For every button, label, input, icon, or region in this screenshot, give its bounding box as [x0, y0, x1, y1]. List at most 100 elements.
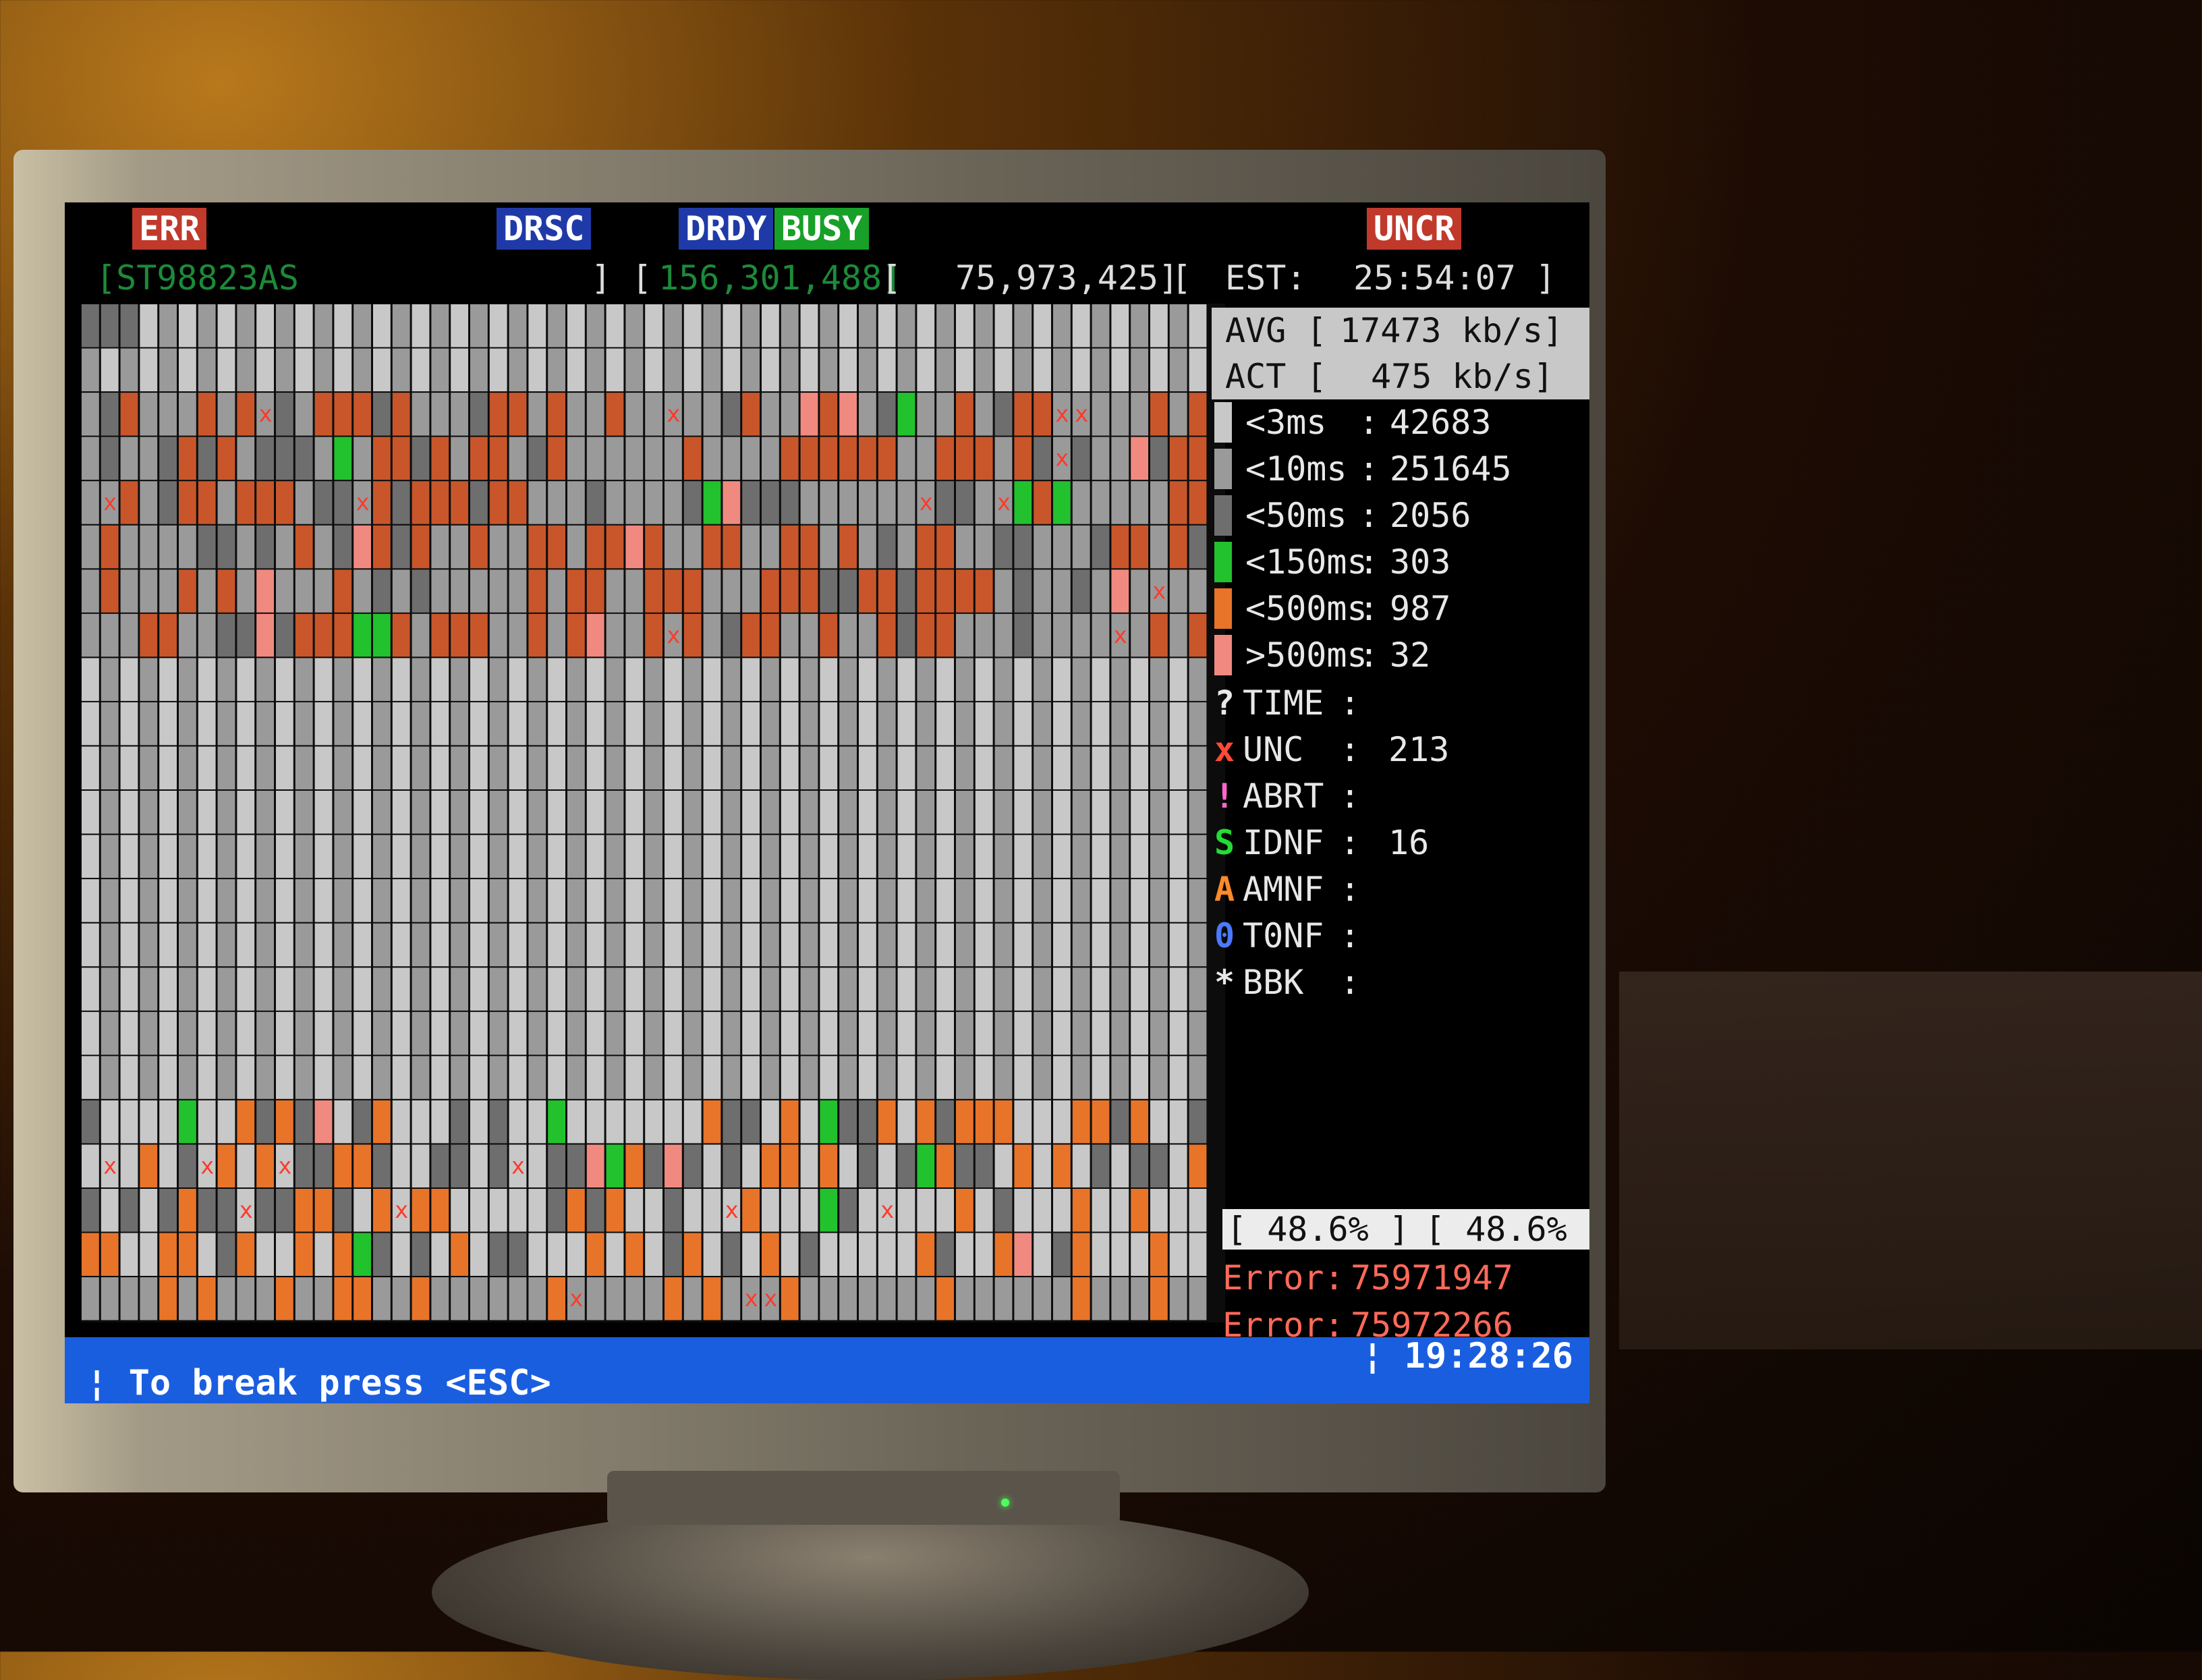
block-cell: [897, 613, 915, 657]
block-cell: [217, 393, 235, 436]
block-cell: [489, 879, 507, 922]
block-cell: [683, 525, 702, 569]
block-cell: [762, 569, 779, 613]
block-cell: [392, 348, 410, 391]
block-cell: [1131, 525, 1148, 569]
block-cell: [373, 613, 391, 657]
block-cell: [859, 1144, 876, 1187]
block-cell: [820, 1233, 838, 1276]
block-cell: [839, 879, 857, 922]
block-cell: [392, 835, 410, 878]
block-cell: [101, 835, 119, 878]
block-cell: [1072, 923, 1090, 967]
block-cell: [1169, 613, 1187, 657]
block-cell: [567, 923, 585, 967]
block-cell: [1092, 304, 1110, 347]
block-cell: [354, 835, 371, 878]
block-cell: [82, 968, 99, 1011]
block-cell: [1189, 1233, 1207, 1276]
block-cell: [431, 569, 449, 613]
block-cell: [1111, 1100, 1129, 1144]
block-cell: [451, 348, 468, 391]
block-cell: [489, 1233, 507, 1276]
block-cell: [1034, 437, 1051, 480]
block-cell: [645, 1100, 662, 1144]
block-cell: [314, 1056, 333, 1099]
block-cell: [237, 437, 255, 480]
block-cell: [859, 791, 876, 834]
block-cell: [140, 746, 158, 789]
block-cell: [354, 746, 371, 789]
block-cell: [470, 968, 488, 1011]
block-cell: [723, 481, 741, 524]
block-cell: [392, 968, 410, 1011]
block-cell: [276, 1056, 293, 1099]
block-cell: [859, 348, 876, 391]
block-cell: [198, 1056, 216, 1099]
block-cell: [1072, 1100, 1090, 1144]
block-cell: [431, 879, 449, 922]
block-cell: [781, 437, 799, 480]
block-cell: [762, 393, 779, 436]
block-cell: [645, 1189, 662, 1232]
block-cell: [567, 968, 585, 1011]
block-cell: [917, 968, 935, 1011]
block-cell: [314, 968, 333, 1011]
block-cell: [645, 525, 662, 569]
block-cell: [762, 658, 779, 701]
block-cell: [314, 1189, 333, 1232]
avg-label: AVG [: [1225, 311, 1327, 350]
latency-sep: :: [1359, 496, 1380, 535]
block-cell: [878, 613, 896, 657]
block-cell: [1150, 791, 1168, 834]
act-label: ACT [: [1225, 357, 1327, 396]
block-cell: [101, 348, 119, 391]
block-cell: [1111, 968, 1129, 1011]
block-cell: [683, 1233, 702, 1276]
block-cell: [703, 1056, 721, 1099]
block-cell: [1189, 569, 1207, 613]
block-cell: [975, 1189, 993, 1232]
block-cell: [956, 437, 973, 480]
block-cell: [1053, 702, 1071, 746]
block-cell: [82, 835, 99, 878]
block-cell: [354, 437, 371, 480]
block-cell: [703, 1189, 721, 1232]
block-cell: [878, 437, 896, 480]
block-cell: [276, 879, 293, 922]
error-symbol-icon: ?: [1214, 683, 1235, 723]
block-cell: [936, 658, 954, 701]
block-cell: [1150, 658, 1168, 701]
block-cell: [567, 791, 585, 834]
block-cell: [1111, 481, 1129, 524]
block-cell: [256, 1144, 274, 1187]
block-cell: [975, 658, 993, 701]
block-cell: [665, 1056, 682, 1099]
block-cell: [781, 1277, 799, 1320]
block-cell: [1053, 1189, 1071, 1232]
block-cell: [878, 835, 896, 878]
block-cell: [528, 1277, 546, 1320]
latency-row: <150ms:303: [1212, 539, 1589, 585]
block-cell: [606, 968, 624, 1011]
block-cell: [762, 1056, 779, 1099]
block-cell: [820, 437, 838, 480]
block-cell: [451, 613, 468, 657]
block-cell: [1034, 304, 1051, 347]
block-cell: [703, 1233, 721, 1276]
block-cell: [198, 1277, 216, 1320]
block-cell: [528, 1233, 546, 1276]
bottom-status-bar: ¦ 19:28:26 ¦ To break press <ESC>: [65, 1337, 1589, 1403]
block-cell: [586, 1277, 604, 1320]
block-cell: [373, 1277, 391, 1320]
block-cell: [120, 481, 138, 524]
monitor-stand-neck: [607, 1471, 1120, 1525]
block-cell: [897, 1233, 915, 1276]
block-cell: [120, 968, 138, 1011]
block-cell: [878, 1277, 896, 1320]
block-cell: [567, 1233, 585, 1276]
block-cell: [82, 525, 99, 569]
block-cell: [334, 348, 352, 391]
block-cell: [451, 923, 468, 967]
block-cell: [839, 1056, 857, 1099]
